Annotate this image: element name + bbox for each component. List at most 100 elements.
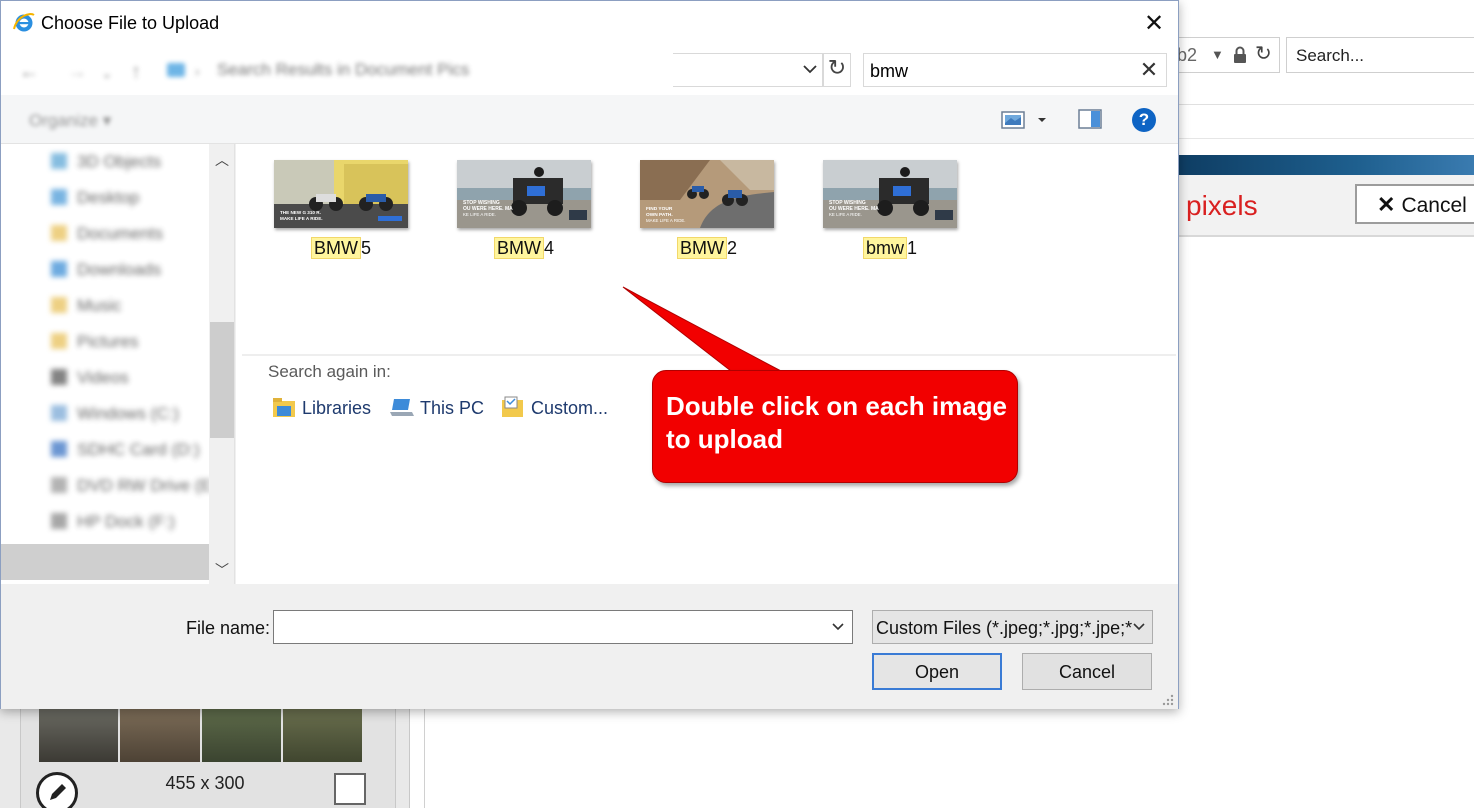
- location-label: This PC: [420, 398, 485, 418]
- nav-item-label: HP Dock (F:): [77, 512, 175, 531]
- scroll-up-icon[interactable]: ︿: [215, 150, 229, 170]
- chevron-down-icon: [1133, 623, 1145, 631]
- nav-item[interactable]: Documents: [51, 224, 163, 248]
- change-view-icon[interactable]: [1001, 109, 1049, 131]
- file-thumbnail[interactable]: STOP WISHING OU WERE HERE. MA KE LIFE A …: [823, 160, 957, 228]
- search-again-libraries[interactable]: Libraries: [272, 396, 371, 422]
- scroll-down-icon[interactable]: ﹀: [215, 560, 229, 580]
- svg-text:KE LIFE A RIDE.: KE LIFE A RIDE.: [829, 212, 862, 217]
- nav-item[interactable]: Pictures: [51, 332, 138, 356]
- command-bar: Organize ▾ ?: [1, 95, 1178, 144]
- svg-text:KE LIFE A RIDE.: KE LIFE A RIDE.: [463, 212, 496, 217]
- file-name-input[interactable]: [278, 616, 818, 638]
- music-folder-icon: [51, 297, 67, 313]
- svg-text:MAKE LIFE A RIDE.: MAKE LIFE A RIDE.: [280, 216, 323, 221]
- this-pc-icon: [390, 399, 414, 416]
- search-again-custom[interactable]: Custom...: [501, 396, 608, 422]
- file-thumbnail[interactable]: FIND YOUR OWN PATH. MAKE LIFE A RIDE.: [640, 160, 774, 228]
- drive-icon: [51, 405, 67, 421]
- title-bar[interactable]: Choose File to Upload ✕: [1, 1, 1178, 45]
- scrollbar-thumb[interactable]: [210, 322, 234, 438]
- file-name: bmw 1: [815, 237, 965, 259]
- nav-item[interactable]: Windows (C:): [51, 404, 179, 428]
- nav-item[interactable]: Desktop: [51, 188, 139, 212]
- preview-pane-icon[interactable]: [1078, 109, 1102, 129]
- nav-item-label: Music: [77, 296, 122, 315]
- forward-arrow-icon[interactable]: →: [67, 61, 87, 84]
- page-cancel-label: Cancel: [1401, 194, 1467, 217]
- downloads-folder-icon: [51, 261, 67, 277]
- file-item[interactable]: STOP WISHING OU WERE HERE. MA KE LIFE A …: [815, 160, 965, 259]
- search-again-this-pc[interactable]: This PC: [390, 396, 484, 422]
- file-item[interactable]: STOP WISHING OU WERE HERE. MA KE LIFE A …: [449, 160, 599, 259]
- page-cancel-button[interactable]: ✕ Cancel: [1355, 184, 1474, 224]
- custom-folder-icon: [502, 396, 523, 417]
- nav-item-label: Videos: [77, 368, 129, 387]
- nav-item-label: DVD RW Drive (E:): [77, 476, 209, 495]
- file-item[interactable]: FIND YOUR OWN PATH. MAKE LIFE A RIDE. BMW…: [632, 160, 782, 259]
- nav-item-label: Downloads: [77, 260, 162, 279]
- file-name: BMW 5: [266, 237, 416, 259]
- file-item[interactable]: THE NEW G 310 R. MAKE LIFE A RIDE. BMW 5: [266, 160, 416, 259]
- nav-item[interactable]: Videos: [51, 368, 129, 392]
- nav-item-label: Desktop: [77, 188, 140, 207]
- page-banner: [1178, 155, 1474, 175]
- nav-item[interactable]: DVD RW Drive (E:): [51, 476, 209, 500]
- browser-search-placeholder: Search...: [1296, 46, 1365, 65]
- breadcrumb[interactable]: Search Results in Document Pics: [217, 60, 469, 80]
- file-name-combobox[interactable]: [273, 610, 853, 644]
- edit-icon[interactable]: [36, 772, 78, 808]
- nav-item-label: Pictures: [77, 332, 139, 351]
- navigation-pane: 3D Objects Desktop Documents Downloads Music…: [1, 144, 209, 584]
- breadcrumb-chevron-icon: ›: [195, 63, 200, 79]
- address-dropdown-icon[interactable]: ▼: [1211, 47, 1224, 62]
- nav-item-label: SDHC Card (D:): [77, 440, 200, 459]
- file-thumbnail[interactable]: THE NEW G 310 R. MAKE LIFE A RIDE.: [274, 160, 408, 228]
- image-thumbnail[interactable]: [39, 708, 362, 762]
- file-upload-dialog: Choose File to Upload ✕ ← → ⌄ ↑ › Search…: [0, 0, 1179, 709]
- refresh-button[interactable]: ↻: [823, 53, 851, 87]
- close-button[interactable]: ✕: [1131, 5, 1177, 41]
- lock-icon: [1234, 46, 1246, 63]
- chevron-down-icon[interactable]: [801, 60, 819, 78]
- help-icon[interactable]: ?: [1132, 108, 1156, 132]
- nav-item[interactable]: Music: [51, 296, 121, 320]
- videos-folder-icon: [51, 369, 67, 385]
- dvd-drive-icon: [51, 477, 67, 493]
- image-select-checkbox[interactable]: [334, 773, 366, 805]
- file-type-select[interactable]: Custom Files (*.jpeg;*.jpg;*.jpe;*: [872, 610, 1153, 644]
- search-again-label: Search again in:: [268, 362, 391, 381]
- nav-item[interactable]: HP Dock (F:): [51, 512, 175, 536]
- cancel-button[interactable]: Cancel: [1022, 653, 1152, 690]
- address-bar[interactable]: b2 ▼ ↻: [1170, 37, 1280, 73]
- page-refresh-icon[interactable]: ↻: [1255, 41, 1272, 66]
- file-name: BMW 2: [632, 237, 782, 259]
- nav-item-label: Windows (C:): [77, 404, 180, 423]
- desktop-folder-icon: [51, 189, 67, 205]
- dock-drive-icon: [51, 513, 67, 529]
- search-input[interactable]: [870, 59, 1130, 83]
- organize-menu[interactable]: Organize ▾: [29, 111, 111, 131]
- location-label: Custom...: [531, 398, 609, 418]
- navigation-scrollbar[interactable]: ︿ ﹀: [209, 144, 235, 584]
- nav-item[interactable]: Downloads: [51, 260, 161, 284]
- resize-grip-icon[interactable]: [1161, 694, 1175, 706]
- up-arrow-icon[interactable]: ↑: [131, 61, 141, 84]
- nav-item[interactable]: 3D Objects: [51, 152, 161, 176]
- divider: [1178, 138, 1474, 139]
- results-divider: [242, 354, 1176, 356]
- back-arrow-icon[interactable]: ←: [19, 61, 39, 84]
- file-name-suffix: 2: [726, 238, 737, 258]
- browser-search-input[interactable]: Search...: [1286, 37, 1474, 73]
- file-thumbnail[interactable]: STOP WISHING OU WERE HERE. MA KE LIFE A …: [457, 160, 591, 228]
- search-field[interactable]: ✕: [863, 53, 1167, 87]
- open-button[interactable]: Open: [872, 653, 1002, 690]
- nav-item[interactable]: SDHC Card (D:): [51, 440, 200, 464]
- recent-dropdown-icon[interactable]: ⌄: [101, 65, 113, 82]
- clear-search-icon[interactable]: ✕: [1136, 57, 1162, 83]
- chevron-down-icon[interactable]: [830, 619, 846, 635]
- internet-explorer-icon: [13, 13, 35, 32]
- file-name-suffix: 5: [360, 238, 371, 258]
- search-results-icon: [167, 63, 185, 77]
- file-name: BMW 4: [449, 237, 599, 259]
